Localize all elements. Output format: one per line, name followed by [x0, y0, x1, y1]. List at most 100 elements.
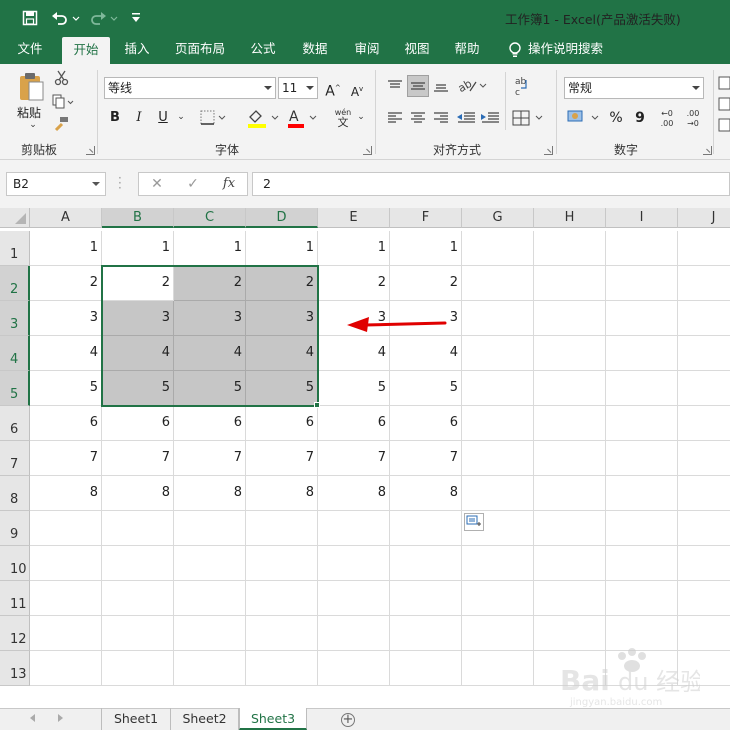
- cell-b4[interactable]: 4: [102, 336, 174, 371]
- tell-me-search[interactable]: 操作说明搜索: [528, 36, 612, 64]
- decrease-decimal-icon[interactable]: .00 →0: [682, 108, 704, 130]
- cell-d8[interactable]: 8: [246, 476, 318, 511]
- merge-center-icon[interactable]: [512, 108, 546, 128]
- tab-formulas[interactable]: 公式: [242, 36, 284, 64]
- cell-e13[interactable]: [318, 651, 390, 686]
- cell-j5[interactable]: [678, 371, 730, 406]
- cell-e11[interactable]: [318, 581, 390, 616]
- cell-c1[interactable]: 1: [174, 231, 246, 266]
- phonetic-guide-icon[interactable]: wén 文: [330, 106, 356, 130]
- insert-function-icon[interactable]: fx: [214, 172, 244, 196]
- cell-c13[interactable]: [174, 651, 246, 686]
- cell-h3[interactable]: [534, 301, 606, 336]
- cell-d6[interactable]: 6: [246, 406, 318, 441]
- cell-c11[interactable]: [174, 581, 246, 616]
- cell-f12[interactable]: [390, 616, 462, 651]
- cell-i3[interactable]: [606, 301, 678, 336]
- cell-f13[interactable]: [390, 651, 462, 686]
- cell-b1[interactable]: 1: [102, 231, 174, 266]
- cell-d10[interactable]: [246, 546, 318, 581]
- cell-g5[interactable]: [462, 371, 534, 406]
- cell-e9[interactable]: [318, 511, 390, 546]
- cell-b2[interactable]: 2: [102, 266, 174, 301]
- cell-h10[interactable]: [534, 546, 606, 581]
- cell-b12[interactable]: [102, 616, 174, 651]
- cell-f7[interactable]: 7: [390, 441, 462, 476]
- align-top-icon[interactable]: [385, 77, 405, 95]
- number-launcher-icon[interactable]: [703, 146, 712, 155]
- sheet-next-icon[interactable]: [58, 714, 63, 722]
- paste-icon[interactable]: [18, 72, 44, 102]
- tab-home[interactable]: 开始: [62, 37, 110, 64]
- cell-i7[interactable]: [606, 441, 678, 476]
- cell-i5[interactable]: [606, 371, 678, 406]
- select-all-corner[interactable]: [0, 208, 30, 228]
- cell-f4[interactable]: 4: [390, 336, 462, 371]
- cell-c7[interactable]: 7: [174, 441, 246, 476]
- cell-a13[interactable]: [30, 651, 102, 686]
- paste-dropdown-chevron-icon[interactable]: ⌄: [28, 120, 38, 130]
- decrease-indent-icon[interactable]: [455, 110, 477, 126]
- cell-a10[interactable]: [30, 546, 102, 581]
- cell-b10[interactable]: [102, 546, 174, 581]
- tab-help[interactable]: 帮助: [446, 36, 488, 64]
- cell-j12[interactable]: [678, 616, 730, 651]
- cell-f1[interactable]: 1: [390, 231, 462, 266]
- cell-a2[interactable]: 2: [30, 266, 102, 301]
- cell-c6[interactable]: 6: [174, 406, 246, 441]
- column-header-j[interactable]: J: [678, 208, 730, 228]
- formula-input[interactable]: 2: [252, 172, 730, 196]
- enter-icon[interactable]: ✓: [178, 172, 208, 196]
- cell-g4[interactable]: [462, 336, 534, 371]
- row-header-10[interactable]: 10: [0, 546, 30, 581]
- column-header-e[interactable]: E: [318, 208, 390, 228]
- cell-c10[interactable]: [174, 546, 246, 581]
- number-format-select[interactable]: 常规: [564, 77, 704, 99]
- cell-h7[interactable]: [534, 441, 606, 476]
- percent-button[interactable]: %: [606, 108, 626, 128]
- cell-a5[interactable]: 5: [30, 371, 102, 406]
- tab-data[interactable]: 数据: [294, 36, 336, 64]
- orientation-icon[interactable]: ab: [456, 76, 490, 96]
- format-painter-icon[interactable]: [54, 116, 70, 132]
- row-header-9[interactable]: 9: [0, 511, 30, 546]
- fill-color-icon[interactable]: [246, 108, 282, 128]
- row-header-13[interactable]: 13: [0, 651, 30, 686]
- alignment-launcher-icon[interactable]: [544, 146, 553, 155]
- clipboard-launcher-icon[interactable]: [86, 146, 95, 155]
- add-sheet-button[interactable]: +: [341, 713, 355, 727]
- cell-i6[interactable]: [606, 406, 678, 441]
- bold-button[interactable]: B: [106, 108, 124, 128]
- cancel-icon[interactable]: ✕: [142, 172, 172, 196]
- row-header-11[interactable]: 11: [0, 581, 30, 616]
- cell-g3[interactable]: [462, 301, 534, 336]
- cell-d3[interactable]: 3: [246, 301, 318, 336]
- cell-i2[interactable]: [606, 266, 678, 301]
- tab-page-layout[interactable]: 页面布局: [168, 36, 232, 64]
- cell-j1[interactable]: [678, 231, 730, 266]
- cell-j3[interactable]: [678, 301, 730, 336]
- cell-h8[interactable]: [534, 476, 606, 511]
- lightbulb-icon[interactable]: [507, 41, 523, 59]
- copy-icon[interactable]: [52, 94, 74, 110]
- cell-g11[interactable]: [462, 581, 534, 616]
- cell-a9[interactable]: [30, 511, 102, 546]
- paste-options-icon[interactable]: [464, 513, 484, 531]
- cell-i12[interactable]: [606, 616, 678, 651]
- worksheet-grid[interactable]: ABCDEFGHIJ111111122222223333333444444455…: [0, 208, 730, 708]
- cell-g7[interactable]: [462, 441, 534, 476]
- cell-i8[interactable]: [606, 476, 678, 511]
- conditional-format-icon[interactable]: [718, 76, 730, 90]
- cell-b7[interactable]: 7: [102, 441, 174, 476]
- cell-c2[interactable]: 2: [174, 266, 246, 301]
- row-header-5[interactable]: 5: [0, 371, 30, 406]
- row-header-6[interactable]: 6: [0, 406, 30, 441]
- cell-a4[interactable]: 4: [30, 336, 102, 371]
- sheet-prev-icon[interactable]: [30, 714, 35, 722]
- underline-dropdown-chevron-icon[interactable]: ⌄: [176, 112, 186, 122]
- cell-e6[interactable]: 6: [318, 406, 390, 441]
- cell-e2[interactable]: 2: [318, 266, 390, 301]
- italic-button[interactable]: I: [130, 108, 148, 128]
- row-header-2[interactable]: 2: [0, 266, 30, 301]
- cell-c4[interactable]: 4: [174, 336, 246, 371]
